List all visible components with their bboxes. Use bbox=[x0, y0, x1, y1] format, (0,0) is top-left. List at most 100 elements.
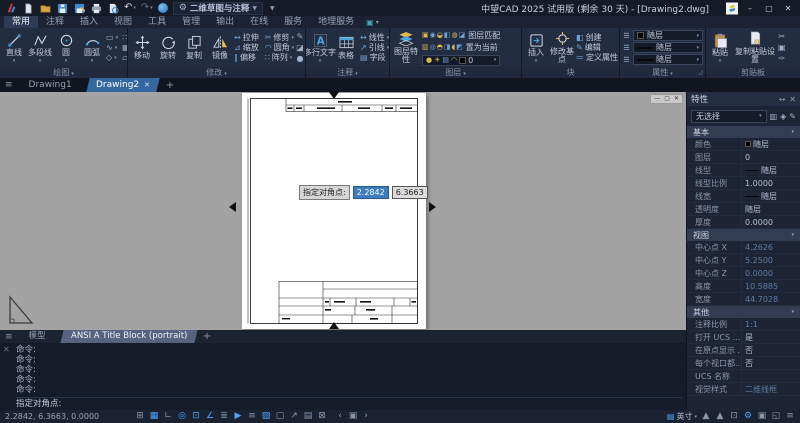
command-input[interactable]: 指定对角点: bbox=[16, 397, 682, 410]
otrack-toggle[interactable]: ∠ bbox=[205, 410, 215, 423]
edit-base-point-button[interactable]: 修改基点 bbox=[550, 31, 574, 65]
layout-menu-icon[interactable]: ≡ bbox=[5, 332, 13, 342]
osnap-toggle[interactable]: ⊡ bbox=[191, 410, 201, 423]
explode-icon[interactable]: ◪ bbox=[296, 43, 304, 53]
panel-label-properties[interactable]: 属性▾◿ bbox=[620, 67, 705, 78]
plot-button[interactable] bbox=[90, 2, 102, 14]
layer-merge-icon[interactable]: ◪ bbox=[459, 31, 466, 39]
property-row[interactable]: 宽度 44.7028 bbox=[687, 293, 800, 306]
property-row[interactable]: 透明度 随层 bbox=[687, 203, 800, 216]
section-view[interactable]: 视图▾ bbox=[687, 229, 800, 241]
selection-filter-dropdown[interactable]: 无选择▾ bbox=[691, 110, 767, 123]
save-button[interactable] bbox=[56, 2, 68, 14]
property-row[interactable]: 线型比例 1.0000 bbox=[687, 177, 800, 190]
grid-toggle[interactable]: ▦ bbox=[149, 410, 159, 423]
layer-freeze-icon[interactable]: ◉ bbox=[430, 31, 436, 39]
property-row[interactable]: 高度 10.5885 bbox=[687, 280, 800, 293]
dynamic-input-toggle[interactable]: ▶ bbox=[233, 410, 243, 423]
layer-walk-icon[interactable]: ◨ bbox=[444, 43, 451, 51]
isolate-objects-toggle[interactable]: ⊠ bbox=[317, 410, 327, 423]
viewport-maximize-icon[interactable]: ⊡ bbox=[729, 410, 739, 423]
copy-paste-settings-button[interactable]: ⚙ 复制粘贴设置 bbox=[734, 31, 776, 65]
clean-screen-icon[interactable]: ◱ bbox=[771, 410, 781, 423]
move-button[interactable]: 移动 bbox=[130, 35, 154, 60]
ribbon-tab[interactable]: 常用 bbox=[4, 16, 38, 28]
layer-state-icon[interactable]: ◍ bbox=[451, 31, 457, 39]
arc-button[interactable]: 圆弧▾ bbox=[80, 32, 104, 62]
property-row[interactable]: 中心点 Z 0.0000 bbox=[687, 267, 800, 280]
undo-button[interactable]: ↶▾ bbox=[124, 3, 136, 13]
layer-color-icon[interactable]: ◧ bbox=[444, 31, 451, 39]
ribbon-tab[interactable]: 输出 bbox=[208, 16, 242, 28]
ribbon-tab[interactable]: 视图 bbox=[106, 16, 140, 28]
command-line-panel[interactable]: ✕ 命令:命令:命令:命令:命令: 指定对角点: bbox=[0, 343, 686, 410]
property-row[interactable]: 中心点 Y 5.2500 bbox=[687, 254, 800, 267]
tab-layout-ansi-a[interactable]: ANSI A Title Block (portrait) bbox=[60, 330, 198, 343]
status-menu-icon[interactable]: ≡ bbox=[785, 410, 795, 423]
tooltip-y-input[interactable]: 6.3663 bbox=[392, 186, 428, 199]
property-row[interactable]: 在原点显示 ... 否 bbox=[687, 344, 800, 357]
display-settings-icon[interactable]: ▣ bbox=[757, 410, 767, 423]
toggle-pickadd-icon[interactable]: ▥ bbox=[770, 112, 778, 121]
layer-previous-icon[interactable]: ◖ bbox=[451, 43, 455, 51]
new-layout-button[interactable]: + bbox=[203, 331, 211, 342]
app-logo-icon[interactable] bbox=[5, 2, 17, 14]
new-file-button[interactable] bbox=[22, 2, 34, 14]
annotation-visibility-icon[interactable]: ▲ bbox=[715, 410, 725, 423]
autohide-icon[interactable]: ↔ bbox=[779, 95, 786, 104]
save-as-button[interactable] bbox=[73, 2, 85, 14]
layer-isolate-icon[interactable]: ◩ bbox=[456, 43, 463, 51]
circle-button[interactable]: 圆▾ bbox=[54, 32, 78, 62]
ribbon-tab[interactable]: 插入 bbox=[72, 16, 106, 28]
paste-button[interactable]: 粘贴▾ bbox=[708, 32, 732, 62]
ribbon-tab[interactable]: 管理 bbox=[174, 16, 208, 28]
point-icon[interactable]: ∷▾ bbox=[122, 33, 127, 43]
mtext-button[interactable]: A 多行文字▾ bbox=[308, 32, 332, 62]
layer-unlock-icon[interactable]: ◓ bbox=[437, 43, 443, 51]
block-tool-button[interactable]: ✎编辑 bbox=[576, 43, 618, 53]
erase-icon[interactable]: ✎ bbox=[296, 32, 304, 42]
preview-button[interactable] bbox=[107, 2, 119, 14]
drawing-canvas[interactable]: 指定对角点: 2.2842 6.3663 — ▢ ✕ bbox=[0, 92, 686, 330]
spline-icon[interactable]: ∿▾ bbox=[106, 43, 118, 53]
region-icon[interactable]: ▱▾ bbox=[122, 53, 127, 63]
modify-tool-button[interactable]: ∷阵列▾ bbox=[265, 53, 295, 63]
linetype-control[interactable]: ☰ 随层▾ bbox=[622, 42, 703, 53]
panel-label-layer[interactable]: 图层▾ bbox=[390, 67, 521, 78]
layer-set-current-button[interactable]: 置为当前 bbox=[466, 42, 498, 53]
section-misc[interactable]: 其他▾ bbox=[687, 306, 800, 318]
tab-model[interactable]: 模型 bbox=[20, 330, 55, 343]
property-row[interactable]: 中心点 X 4.2626 bbox=[687, 241, 800, 254]
doc-tab-drawing2[interactable]: Drawing2✕ bbox=[86, 78, 160, 92]
copy-icon[interactable]: ▣ bbox=[778, 43, 786, 53]
layer-thaw-icon[interactable]: ◎ bbox=[430, 43, 436, 51]
property-row[interactable]: 线宽 随层 bbox=[687, 190, 800, 203]
property-row[interactable]: 每个视口都... 否 bbox=[687, 357, 800, 370]
quick-select-icon[interactable]: ✎ bbox=[789, 112, 796, 121]
ribbon-tab[interactable]: 地理服务 bbox=[310, 16, 362, 28]
close-tab-icon[interactable]: ✕ bbox=[144, 78, 150, 92]
modify-tool-button[interactable]: ✂修剪▾ bbox=[265, 33, 295, 43]
minimize-button[interactable]: – bbox=[743, 4, 757, 13]
annotation-scale-icon[interactable]: ▲ bbox=[701, 410, 711, 423]
redo-button[interactable]: ↷▾ bbox=[141, 3, 153, 13]
lwt-display-toggle[interactable]: ≡ bbox=[247, 410, 257, 423]
doc-tab-drawing1[interactable]: Drawing1 bbox=[21, 78, 80, 92]
line-button[interactable]: 直线▾ bbox=[2, 32, 26, 62]
layer-on-icon[interactable]: ▣ bbox=[422, 31, 429, 39]
cloud-icon[interactable] bbox=[158, 3, 168, 13]
modify-tool-button[interactable]: ◠圆角▾ bbox=[265, 43, 295, 53]
ribbon-tab[interactable]: 注释 bbox=[38, 16, 72, 28]
canvas-restore-icon[interactable]: ▢ bbox=[664, 96, 670, 102]
canvas-minimize-icon[interactable]: — bbox=[654, 96, 660, 102]
lineweight-preview-toggle[interactable]: ≣ bbox=[219, 410, 229, 423]
property-row[interactable]: UCS 名称 bbox=[687, 370, 800, 383]
join-icon[interactable]: ● bbox=[296, 54, 304, 64]
hatch-icon[interactable]: ▦▾ bbox=[122, 43, 127, 53]
transparency-toggle[interactable]: ▨ bbox=[261, 410, 271, 423]
close-palette-icon[interactable]: ✕ bbox=[789, 95, 796, 104]
layout-preview-icon[interactable]: ▣ bbox=[348, 410, 358, 423]
block-tool-button[interactable]: ◧创建 bbox=[576, 33, 618, 43]
panel-label-modify[interactable]: 修改▾ bbox=[128, 67, 305, 78]
modify-tool-button[interactable]: ∥偏移 bbox=[234, 53, 261, 63]
